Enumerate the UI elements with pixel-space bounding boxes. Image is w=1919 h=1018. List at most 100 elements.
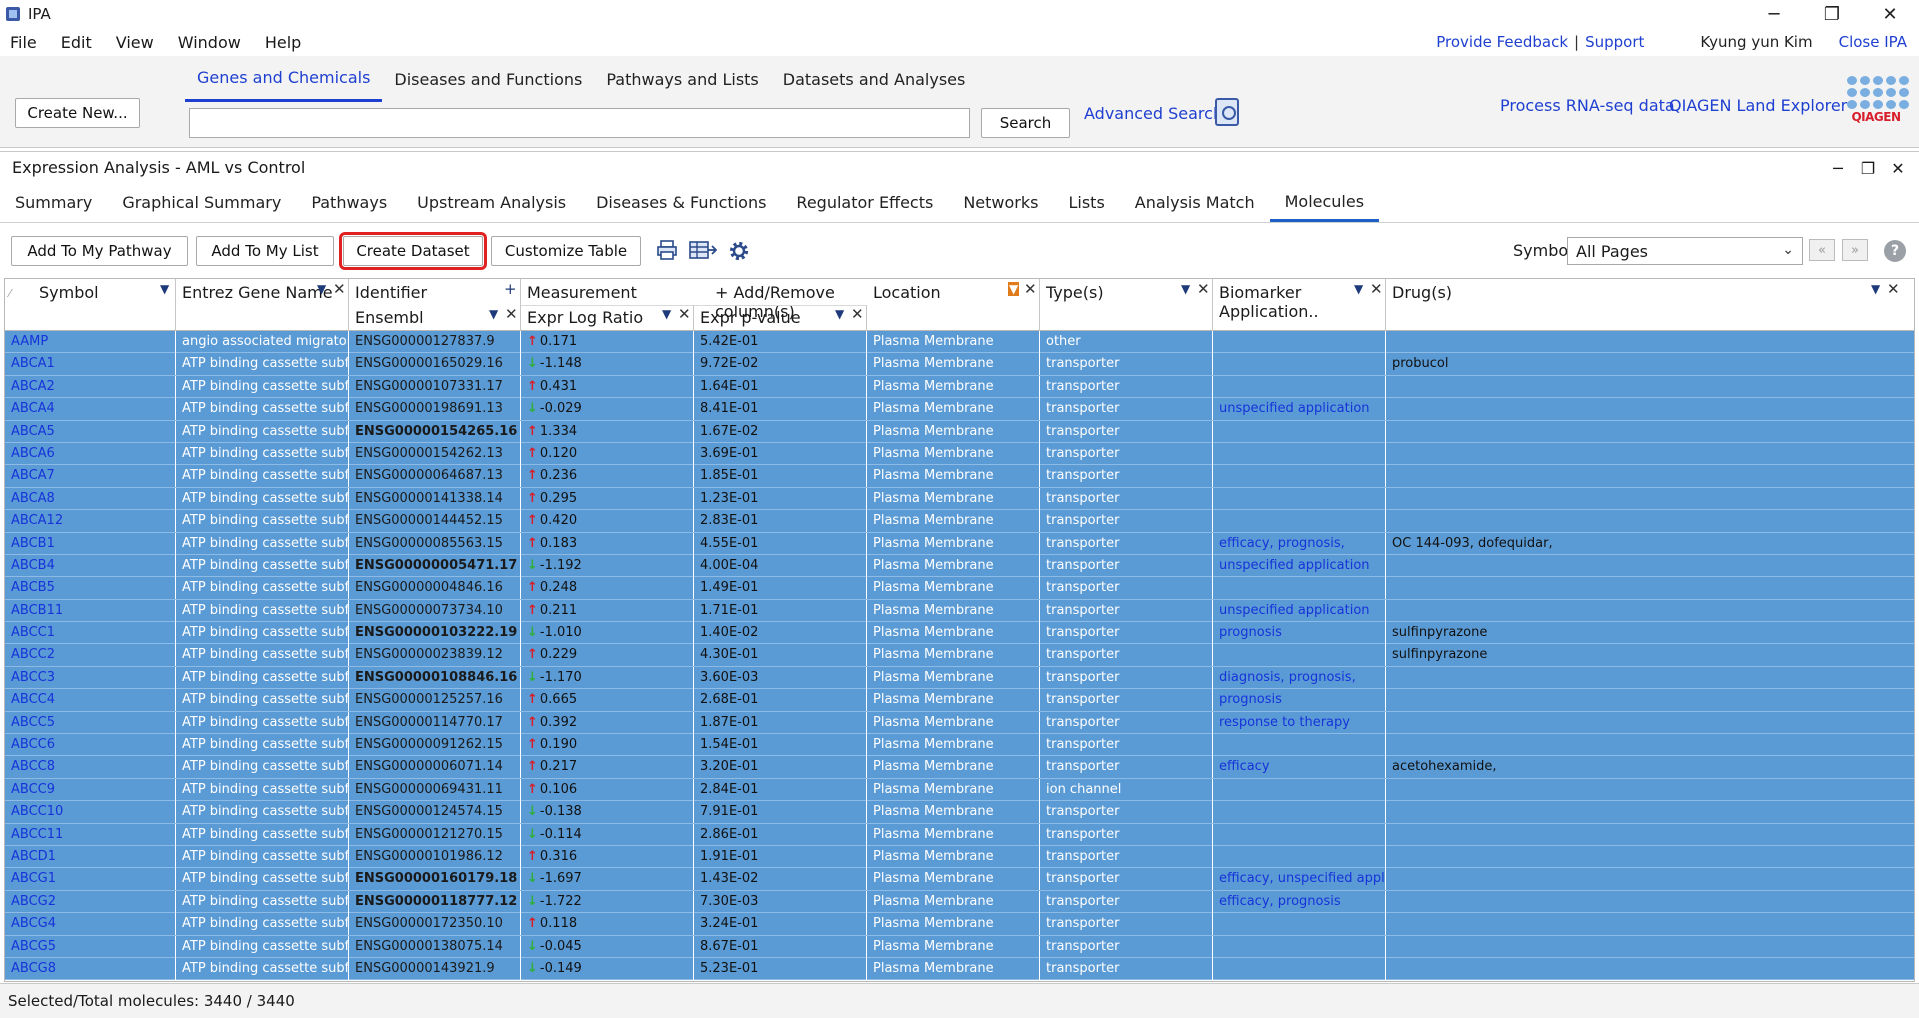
export-table-icon[interactable] [689,239,717,261]
symbol-link[interactable]: ABCA8 [5,487,176,510]
filter-icon[interactable]: ▼ [160,282,169,296]
symbol-link[interactable]: ABCC6 [5,734,176,757]
support-link[interactable]: Support [1585,33,1644,51]
panel-minimize-icon[interactable]: ─ [1823,159,1853,178]
biomarker-cell[interactable]: response to therapy [1213,711,1386,734]
symbol-link[interactable]: ABCG2 [5,890,176,913]
column-header-identifier[interactable]: Identifier + Ensembl ▼ ✕ [349,279,521,331]
symbol-link[interactable]: ABCC10 [5,801,176,824]
column-header-expr-log-ratio[interactable]: Expr Log Ratio ▼ ✕ [521,305,694,331]
symbol-link[interactable]: ABCC4 [5,689,176,712]
biomarker-cell[interactable]: efficacy, unspecified application [1213,868,1386,891]
column-header-types[interactable]: Type(s) ▼ ✕ [1040,279,1213,331]
table-row[interactable]: ABCC6ATP binding cassette subfamily ...E… [5,734,1914,757]
symbol-link[interactable]: AAMP [5,331,176,353]
active-filter-icon[interactable]: ▼ [1008,282,1020,296]
table-row[interactable]: AAMPangio associated migratory cell ...E… [5,331,1914,354]
menu-file[interactable]: File [10,33,37,52]
remove-column-icon[interactable]: ✕ [505,305,518,323]
qiagen-land-explorer-link[interactable]: QIAGEN Land Explorer [1669,96,1847,115]
column-header-biomarker[interactable]: Biomarker Application.. ▼ ✕ [1213,279,1386,331]
customize-table-button[interactable]: Customize Table [491,236,641,266]
pages-select[interactable]: All Pages ⌄ [1567,237,1803,265]
filter-icon[interactable]: ▼ [1181,282,1190,296]
search-input[interactable] [189,108,970,138]
remove-column-icon[interactable]: ✕ [1887,280,1900,298]
symbol-link[interactable]: ABCG5 [5,935,176,958]
symbol-link[interactable]: ABCB4 [5,554,176,577]
table-row[interactable]: ABCG1ATP binding cassette subfamily ...E… [5,868,1914,891]
biomarker-cell[interactable]: unspecified application [1213,398,1386,421]
symbol-link[interactable]: ABCC8 [5,756,176,779]
remove-column-icon[interactable]: ✕ [1197,280,1210,298]
table-row[interactable]: ABCC8ATP binding cassette subfamily ...E… [5,756,1914,779]
symbol-link[interactable]: ABCC1 [5,622,176,645]
table-row[interactable]: ABCA8ATP binding cassette subfamily ...E… [5,487,1914,511]
printer-icon[interactable] [656,239,678,261]
maximize-icon[interactable]: ❐ [1803,0,1861,28]
tab-summary[interactable]: Summary [0,183,107,222]
menu-help[interactable]: Help [265,33,301,52]
biomarker-cell[interactable]: efficacy [1213,756,1386,779]
tab-networks[interactable]: Networks [948,183,1053,222]
tab-pathways-and-lists[interactable]: Pathways and Lists [594,56,770,102]
filter-icon[interactable]: ▼ [317,282,326,296]
column-header-drugs[interactable]: Drug(s) ▼ ✕ [1386,279,1914,331]
table-row[interactable]: ABCG8ATP binding cassette subfamily ...E… [5,957,1914,981]
next-page-button[interactable]: » [1842,239,1868,261]
symbol-link[interactable]: ABCG8 [5,957,176,980]
table-row[interactable]: ABCA6ATP binding cassette subfamily ...E… [5,442,1914,466]
tab-molecules[interactable]: Molecules [1269,183,1380,222]
remove-column-icon[interactable]: ✕ [851,305,864,323]
table-row[interactable]: ABCB5ATP binding cassette subfamily ...E… [5,577,1914,600]
symbol-link[interactable]: ABCA6 [5,442,176,465]
tab-regulator-effects[interactable]: Regulator Effects [781,183,948,222]
close-icon[interactable]: ✕ [1861,0,1919,28]
biomarker-cell[interactable]: prognosis [1213,689,1386,712]
tab-diseases-and-functions[interactable]: Diseases and Functions [382,56,594,102]
table-row[interactable]: ABCC9ATP binding cassette subfamily ...E… [5,778,1914,802]
search-button[interactable]: Search [981,108,1070,138]
menu-view[interactable]: View [116,33,154,52]
biomarker-cell[interactable]: diagnosis, prognosis, [1213,666,1386,689]
remove-column-icon[interactable]: ✕ [678,305,691,323]
add-to-my-list-button[interactable]: Add To My List [196,236,334,266]
column-header-gene-name[interactable]: Entrez Gene Name ▼ ✕ [176,279,349,331]
tab-datasets-and-analyses[interactable]: Datasets and Analyses [771,56,978,102]
table-row[interactable]: ABCG4ATP binding cassette subfamily ...E… [5,913,1914,936]
table-row[interactable]: ABCD1ATP binding cassette subfamily ...E… [5,845,1914,869]
table-row[interactable]: ABCC1ATP binding cassette subfamily ...E… [5,622,1914,645]
remove-column-icon[interactable]: ✕ [1370,280,1383,298]
biomarker-cell[interactable]: unspecified application [1213,554,1386,577]
symbol-link[interactable]: ABCA12 [5,510,176,533]
symbol-link[interactable]: ABCD1 [5,845,176,868]
table-row[interactable]: ABCC10ATP binding cassette subfamily ...… [5,801,1914,824]
remove-column-icon[interactable]: ✕ [333,280,346,298]
table-row[interactable]: ABCA1ATP binding cassette subfamily ...E… [5,353,1914,376]
create-new-button[interactable]: Create New... [15,98,140,128]
tab-pathways[interactable]: Pathways [296,183,402,222]
table-row[interactable]: ABCA4ATP binding cassette subfamily ...E… [5,398,1914,421]
filter-icon[interactable]: ▼ [489,307,498,321]
table-row[interactable]: ABCB11ATP binding cassette subfamily ...… [5,599,1914,623]
column-header-location[interactable]: Location ▼ ✕ [867,279,1040,331]
symbol-link[interactable]: ABCA1 [5,353,176,376]
biomarker-cell[interactable]: unspecified application [1213,599,1386,622]
menu-edit[interactable]: Edit [61,33,92,52]
table-row[interactable]: ABCC11ATP binding cassette subfamily ...… [5,823,1914,846]
symbol-link[interactable]: ABCC3 [5,666,176,689]
sort-icon[interactable]: ⁄ [9,287,11,300]
table-row[interactable]: ABCA7ATP binding cassette subfamily ...E… [5,465,1914,488]
biomarker-cell[interactable]: prognosis [1213,622,1386,645]
tab-analysis-match[interactable]: Analysis Match [1120,183,1270,222]
symbol-link[interactable]: ABCG4 [5,913,176,936]
table-row[interactable]: ABCC2ATP binding cassette subfamily ...E… [5,644,1914,667]
tab-genes-and-chemicals[interactable]: Genes and Chemicals [185,56,383,102]
biomarker-cell[interactable]: efficacy, prognosis [1213,890,1386,913]
biomarker-cell[interactable]: efficacy, prognosis, [1213,532,1386,555]
table-row[interactable]: ABCG2ATP binding cassette subfamily ...E… [5,890,1914,914]
table-row[interactable]: ABCG5ATP binding cassette subfamily ...E… [5,935,1914,958]
table-row[interactable]: ABCA12ATP binding cassette subfamily ...… [5,510,1914,533]
symbol-link[interactable]: ABCG1 [5,868,176,891]
column-header-symbol[interactable]: ⁄ Symbol ▼ [5,279,176,331]
